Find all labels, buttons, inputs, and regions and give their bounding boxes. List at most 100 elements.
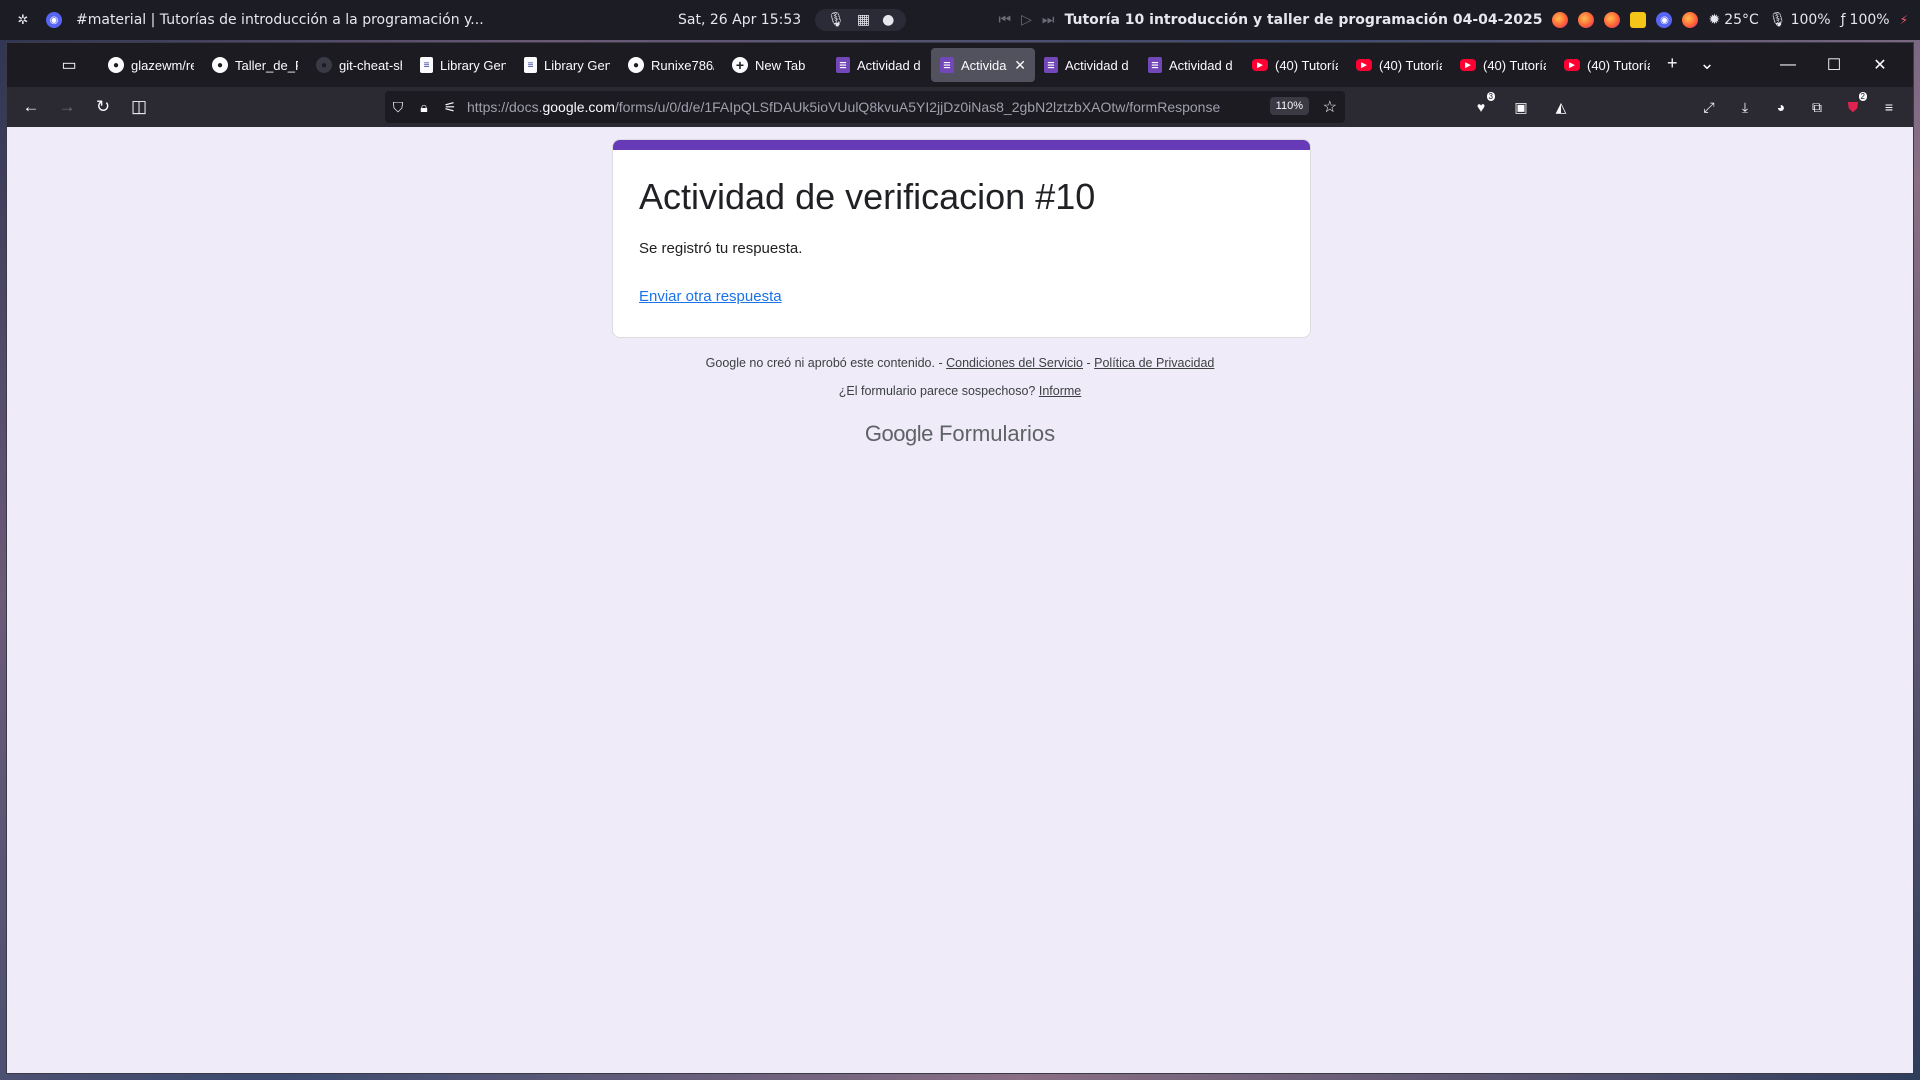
close-tab-icon[interactable]: ✕	[1014, 57, 1026, 74]
navigation-toolbar: ← → ↻ ◫ ⛉ 🔒︎ ⚟ https://docs.google.com/f…	[7, 87, 1913, 127]
play-icon[interactable]: ▷	[1021, 12, 1032, 28]
extension-shield-icon[interactable]: ♥ 3	[1469, 92, 1495, 119]
youtube-icon: ▶	[1252, 59, 1268, 71]
next-track-icon[interactable]: ⏭	[1042, 12, 1055, 28]
browser-tab[interactable]: ≡ Library Gen	[515, 48, 619, 82]
url-text[interactable]: https://docs.google.com/forms/u/0/d/e/1F…	[467, 99, 1247, 115]
tab-label: Actividad d	[857, 57, 921, 73]
fullscreen-icon[interactable]: ⤢	[1697, 95, 1721, 119]
snowflake-icon[interactable]: ✲	[14, 11, 32, 29]
tab-overflow-chevron-icon[interactable]: ⌄	[1700, 53, 1715, 74]
app-icon[interactable]	[1630, 12, 1647, 28]
separator-text: -	[1086, 356, 1091, 370]
tab-label: Actividad d	[1065, 57, 1129, 73]
download-icon[interactable]: ⤓	[1733, 95, 1757, 119]
google-forms-logo[interactable]: Google Formularios	[7, 421, 1913, 447]
browser-tab[interactable]: + New Tab	[723, 48, 827, 82]
extensions-puzzle-icon[interactable]: ⧉	[1805, 95, 1829, 119]
forms-icon: ☰	[1148, 57, 1162, 73]
minimize-button[interactable]: —	[1765, 49, 1811, 81]
browser-tab[interactable]: ▶ (40) Tutoría	[1451, 48, 1555, 82]
browser-tab[interactable]: ▶ (40) Tutoría	[1555, 48, 1659, 82]
extension-badge: 3	[1486, 92, 1495, 101]
github-icon: ●	[628, 57, 644, 73]
zoom-level-badge[interactable]: 110%	[1269, 97, 1309, 115]
firefox-icon[interactable]	[1682, 12, 1699, 28]
book-icon: ≡	[420, 57, 433, 73]
firefox-icon[interactable]	[1578, 12, 1595, 28]
form-response-card: Actividad de verificacion #10 Se registr…	[612, 139, 1311, 338]
browser-tab[interactable]: ☰ Actividad d	[827, 48, 931, 82]
previous-track-icon[interactable]: ⏮	[998, 12, 1011, 28]
disclaimer-text: Google no creó ni aprobó este contenido.…	[705, 356, 943, 370]
youtube-icon: ▶	[1356, 59, 1372, 71]
permissions-icon[interactable]: ⚟	[437, 99, 463, 116]
media-title[interactable]: Tutoría 10 introducción y taller de prog…	[1064, 12, 1542, 28]
tab-label: (40) Tutoría	[1587, 57, 1650, 73]
tab-label: Actividad d	[1169, 57, 1233, 73]
microphone-icon[interactable]: 🎙︎	[827, 12, 845, 28]
privacy-policy-link[interactable]: Política de Privacidad	[1094, 356, 1214, 370]
terms-of-service-link[interactable]: Condiciones del Servicio	[946, 356, 1083, 370]
forward-button[interactable]: →	[55, 95, 79, 119]
browser-tab[interactable]: ● git-cheat-sh	[307, 48, 411, 82]
browser-tab[interactable]: ● glazewm/re	[99, 48, 203, 82]
tab-label: (40) Tutoría	[1483, 57, 1546, 73]
menu-hamburger-icon[interactable]: ≡	[1877, 95, 1901, 119]
browser-tab[interactable]: ☰ Actividad d	[1139, 48, 1243, 82]
browser-tab[interactable]: ● Taller_de_Pr	[203, 48, 307, 82]
forms-icon: ☰	[836, 57, 850, 73]
weather-text: 25°C	[1724, 12, 1759, 28]
disclaimer-footer: Google no creó ni aprobó este contenido.…	[7, 356, 1913, 370]
extension-flag-icon[interactable]: ◭	[1549, 95, 1573, 119]
new-tab-button[interactable]: +	[1667, 53, 1678, 74]
browser-tab[interactable]: ☰ Activida ✕	[931, 48, 1035, 82]
chart-icon[interactable]: ▦	[857, 12, 870, 28]
browser-tab[interactable]: ● Runixe786/	[619, 48, 723, 82]
url-bar[interactable]: ⛉ 🔒︎ ⚟ https://docs.google.com/forms/u/0…	[385, 91, 1345, 123]
github-icon: ●	[212, 57, 228, 73]
extension-badge: 2	[1858, 92, 1867, 101]
reload-button[interactable]: ↻	[91, 95, 115, 119]
account-icon[interactable]: ◕	[1769, 95, 1793, 119]
browser-tab[interactable]: ▶ (40) Tutoría	[1243, 48, 1347, 82]
microphone-icon: 🎙︎	[1768, 12, 1787, 28]
confirmation-message: Se registró tu respuesta.	[639, 240, 803, 257]
ublock-icon[interactable]: ⛊ 2	[1841, 92, 1867, 119]
datetime[interactable]: Sat, 26 Apr 15:53	[678, 12, 801, 28]
github-icon: ●	[316, 57, 332, 73]
discord-icon[interactable]: ◉	[1656, 12, 1673, 28]
lock-icon[interactable]: 🔒︎	[411, 99, 437, 116]
weather-widget[interactable]: ✹ 25°C	[1708, 12, 1758, 28]
maximize-button[interactable]: ☐	[1811, 49, 1857, 81]
settings-icon[interactable]: ●	[882, 12, 894, 28]
submit-another-response-link[interactable]: Enviar otra respuesta	[639, 288, 782, 305]
sidebar-toggle-icon[interactable]: ◫	[127, 95, 151, 119]
brand-product: Formularios	[938, 421, 1056, 446]
mic-level-widget[interactable]: 🎙︎ 100%	[1769, 12, 1831, 28]
tab-label: Library Gen	[544, 57, 610, 73]
bookmark-star-icon[interactable]: ☆	[1323, 97, 1337, 117]
report-link[interactable]: Informe	[1039, 384, 1081, 398]
extension-box-icon[interactable]: ▣	[1509, 95, 1533, 119]
browser-tab[interactable]: ☰ Actividad d	[1035, 48, 1139, 82]
volume-text: 100%	[1849, 12, 1890, 28]
firefox-view-icon[interactable]: ▭	[57, 53, 81, 77]
page-content: Actividad de verificacion #10 Se registr…	[7, 127, 1913, 1073]
browser-tab[interactable]: ≡ Library Gen	[411, 48, 515, 82]
tracking-shield-icon[interactable]: ⛉	[385, 99, 411, 116]
firefox-icon[interactable]	[1604, 12, 1621, 28]
forms-icon: ☰	[1044, 57, 1058, 73]
volume-widget[interactable]: ƒ 100%	[1841, 12, 1890, 28]
active-window-title[interactable]: #material | Tutorías de introducción a l…	[76, 12, 484, 28]
firefox-icon[interactable]	[1552, 12, 1569, 28]
back-button[interactable]: ←	[19, 95, 43, 119]
form-title: Actividad de verificacion #10	[639, 176, 1096, 217]
browser-tab[interactable]: ▶ (40) Tutoría	[1347, 48, 1451, 82]
mic-level-text: 100%	[1790, 12, 1831, 28]
close-window-button[interactable]: ✕	[1857, 49, 1903, 81]
report-footer: ¿El formulario parece sospechoso? Inform…	[7, 384, 1913, 398]
suspicious-text: ¿El formulario parece sospechoso?	[838, 384, 1036, 398]
power-icon[interactable]: ⚡	[1900, 13, 1908, 27]
sun-icon: ✹	[1708, 12, 1721, 28]
